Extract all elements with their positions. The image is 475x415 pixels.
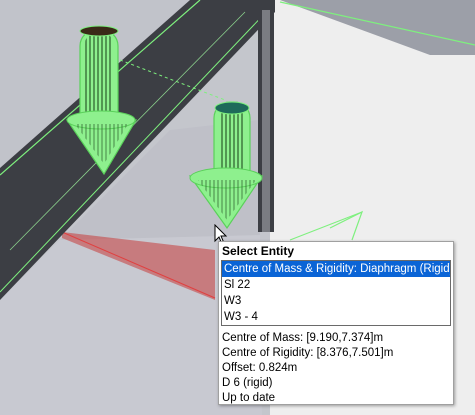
list-item[interactable]: Sl 22	[222, 277, 450, 293]
entity-details: Centre of Mass: [9.190,7.374]m Centre of…	[222, 331, 393, 406]
popup-title: Select Entity	[222, 244, 295, 258]
status-text: Up to date	[222, 392, 276, 404]
centre-of-rigidity-text: Centre of Rigidity: [8.376,7.501]m	[222, 347, 394, 359]
list-item[interactable]: W3 - 4	[222, 309, 450, 325]
offset-text: Offset: 0.824m	[222, 362, 298, 374]
list-item[interactable]: Centre of Mass & Rigidity: Diaphragm (Ri…	[222, 261, 450, 277]
centre-of-mass-text: Centre of Mass: [9.190,7.374]m	[222, 332, 384, 344]
diaphragm-text: D 6 (rigid)	[222, 377, 273, 389]
list-item[interactable]: W3	[222, 293, 450, 309]
entity-list[interactable]: Centre of Mass & Rigidity: Diaphragm (Ri…	[221, 260, 451, 326]
select-entity-popup: Select Entity Centre of Mass & Rigidity:…	[218, 241, 454, 405]
column-face	[262, 10, 270, 232]
